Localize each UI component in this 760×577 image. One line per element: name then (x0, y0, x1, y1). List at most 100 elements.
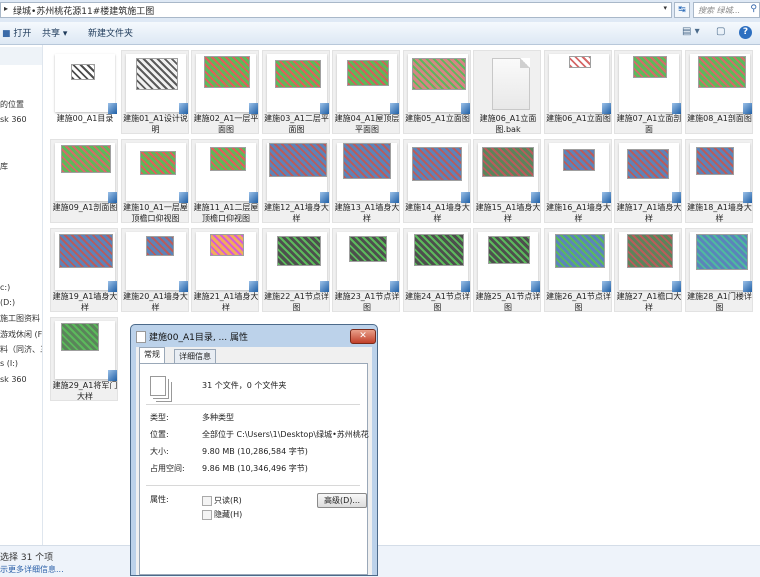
cad-drawing-preview (411, 58, 466, 90)
cad-drawing-preview (135, 58, 178, 90)
file-item[interactable]: 建施11_A1二层屋顶檐口仰视图 (191, 139, 259, 223)
dialog-body: 常规 详细信息 31 个文件，0 个文件夹 类型: 多种类型 位置: 全部位于 … (136, 347, 372, 575)
file-item[interactable]: 建施12_A1墙身大样 (261, 139, 330, 223)
file-name: 建施23_A1节点详图 (334, 292, 400, 312)
document-icon (136, 331, 146, 343)
file-item[interactable]: 建施08_A1剖面图 (684, 50, 753, 134)
file-item[interactable]: 建施17_A1墙身大样 (614, 139, 682, 223)
file-item[interactable]: 建施13_A1墙身大样 (332, 139, 400, 223)
tab-details[interactable]: 详细信息 (174, 349, 216, 364)
file-item[interactable]: 建施26_A1节点详图 (543, 228, 612, 312)
nav-item[interactable]: c:) (0, 283, 10, 292)
refresh-button[interactable]: ↹ (674, 2, 690, 18)
cad-drawing-preview (413, 234, 464, 266)
file-name: 建施14_A1墙身大样 (405, 203, 470, 223)
file-thumbnail (266, 143, 329, 203)
nav-item[interactable]: (D:) (0, 298, 15, 307)
readonly-checkbox[interactable] (202, 496, 212, 506)
file-item[interactable]: 建施05_A1立面图 (402, 50, 471, 134)
chevron-down-icon[interactable]: ▾ (663, 4, 667, 12)
nav-header (0, 47, 42, 65)
file-item[interactable]: 建施19_A1墙身大样 (50, 228, 118, 312)
new-folder-button[interactable]: 新建文件夹 (88, 26, 133, 39)
file-item[interactable]: 建施04_A1屋顶层平面图 (332, 50, 400, 134)
file-name: 建施16_A1墙身大样 (546, 203, 611, 223)
file-item[interactable]: 建施14_A1墙身大样 (402, 139, 471, 223)
file-name: 建施03_A1二层平面图 (264, 114, 329, 134)
chevron-right-icon[interactable]: ▸ (4, 4, 8, 13)
file-thumbnail (337, 54, 399, 114)
file-name: 建施20_A1墙身大样 (123, 292, 188, 312)
tab-general[interactable]: 常规 (139, 347, 165, 364)
advanced-button[interactable]: 高级(D)... (317, 493, 367, 508)
open-button[interactable]: ■ 打开 (2, 26, 31, 39)
open-label: 打开 (13, 29, 32, 39)
file-item[interactable]: 建施21_A1墙身大样 (191, 228, 259, 312)
cad-drawing-preview (695, 147, 734, 175)
divider (146, 404, 360, 405)
hidden-checkbox[interactable] (202, 510, 212, 520)
file-name: 建施06_A1立面图.bak (479, 114, 537, 134)
file-item[interactable]: 建施24_A1节点详图 (402, 228, 471, 312)
show-details-link[interactable]: 示更多详细信息... (0, 564, 64, 575)
file-item[interactable]: 建施25_A1节点详图 (473, 228, 541, 312)
nav-item[interactable]: 施工图资料 (I (0, 313, 42, 324)
search-icon[interactable]: ⚲ (750, 4, 757, 14)
file-item[interactable]: 建施10_A1一层屋顶檐口仰视图 (120, 139, 189, 223)
nav-item[interactable]: 的位置 (0, 99, 24, 110)
file-item[interactable]: 建施06_A1立面图.bak (473, 50, 541, 134)
file-item[interactable]: 建施03_A1二层平面图 (261, 50, 330, 134)
file-item[interactable]: 建施29_A1将军门大样 (50, 317, 118, 401)
file-name: 建施13_A1墙身大样 (334, 203, 400, 223)
file-item[interactable]: 建施09_A1剖面图 (50, 139, 118, 223)
file-thumbnail (55, 232, 117, 292)
file-item[interactable]: 建施06_A1立面图 (543, 50, 612, 134)
file-item[interactable]: 建施01_A1设计说明 (120, 50, 189, 134)
search-placeholder: 搜索 绿城... (698, 6, 741, 15)
file-item[interactable]: 建施20_A1墙身大样 (120, 228, 189, 312)
preview-pane-icon[interactable]: ▢ (716, 26, 725, 37)
file-item[interactable]: 建施27_A1檐口大样 (614, 228, 682, 312)
disk-size-label: 占用空间: (150, 464, 185, 473)
cad-drawing-preview (268, 143, 327, 177)
file-thumbnail (196, 54, 258, 114)
file-item[interactable]: 建施23_A1节点详图 (332, 228, 400, 312)
address-path[interactable]: 绿城•苏州桃花源11#楼建筑施工图 (13, 4, 154, 17)
close-button[interactable]: ✕ (350, 329, 376, 344)
view-options-icon[interactable]: ▤ ▾ (682, 26, 700, 37)
file-item[interactable]: 建施22_A1节点详图 (261, 228, 330, 312)
file-thumbnail (478, 232, 540, 292)
cad-drawing-preview (482, 147, 534, 177)
cad-drawing-preview (568, 56, 591, 68)
file-item[interactable]: 建施07_A1立面剖面 (614, 50, 682, 134)
file-item[interactable]: 建施16_A1墙身大样 (543, 139, 612, 223)
nav-item[interactable]: 游戏休闲 (F:) (0, 329, 42, 340)
open-icon: ■ (2, 29, 14, 39)
hidden-label[interactable]: 隐藏(H) (214, 509, 242, 520)
file-name: 建施24_A1节点详图 (405, 292, 470, 312)
nav-item[interactable]: sk 360 (0, 115, 27, 124)
cad-drawing-preview (71, 64, 95, 80)
file-item[interactable]: 建施28_A1门楼详图 (684, 228, 753, 312)
nav-item[interactable]: sk 360 (0, 375, 27, 384)
address-bar[interactable]: ▸ 绿城•苏州桃花源11#楼建筑施工图 ▾ (0, 2, 672, 18)
nav-item[interactable]: s (I:) (0, 359, 18, 368)
cad-drawing-preview (697, 56, 746, 88)
help-icon[interactable]: ? (739, 26, 752, 39)
file-thumbnail (337, 232, 399, 292)
file-thumbnail (407, 54, 470, 114)
nav-item[interactable]: 料（同济、三 (0, 344, 42, 355)
file-item[interactable]: 建施02_A1一层平面图 (191, 50, 259, 134)
search-input[interactable]: 搜索 绿城... ⚲ (693, 2, 760, 18)
file-item[interactable]: 建施18_A1墙身大样 (684, 139, 753, 223)
file-thumbnail (55, 321, 117, 381)
file-item[interactable]: 建施15_A1墙身大样 (473, 139, 541, 223)
share-button[interactable]: 共享 ▾ (42, 26, 67, 39)
cad-drawing-preview (554, 234, 605, 268)
file-thumbnail (478, 54, 538, 112)
file-name: 建施17_A1墙身大样 (616, 203, 682, 223)
nav-item[interactable]: 库 (0, 161, 8, 172)
readonly-label[interactable]: 只读(R) (214, 495, 242, 506)
file-item[interactable]: 建施00_A1目录 (50, 50, 118, 134)
address-bar-area: ▸ 绿城•苏州桃花源11#楼建筑施工图 ▾ ↹ 搜索 绿城... ⚲ (0, 0, 760, 22)
